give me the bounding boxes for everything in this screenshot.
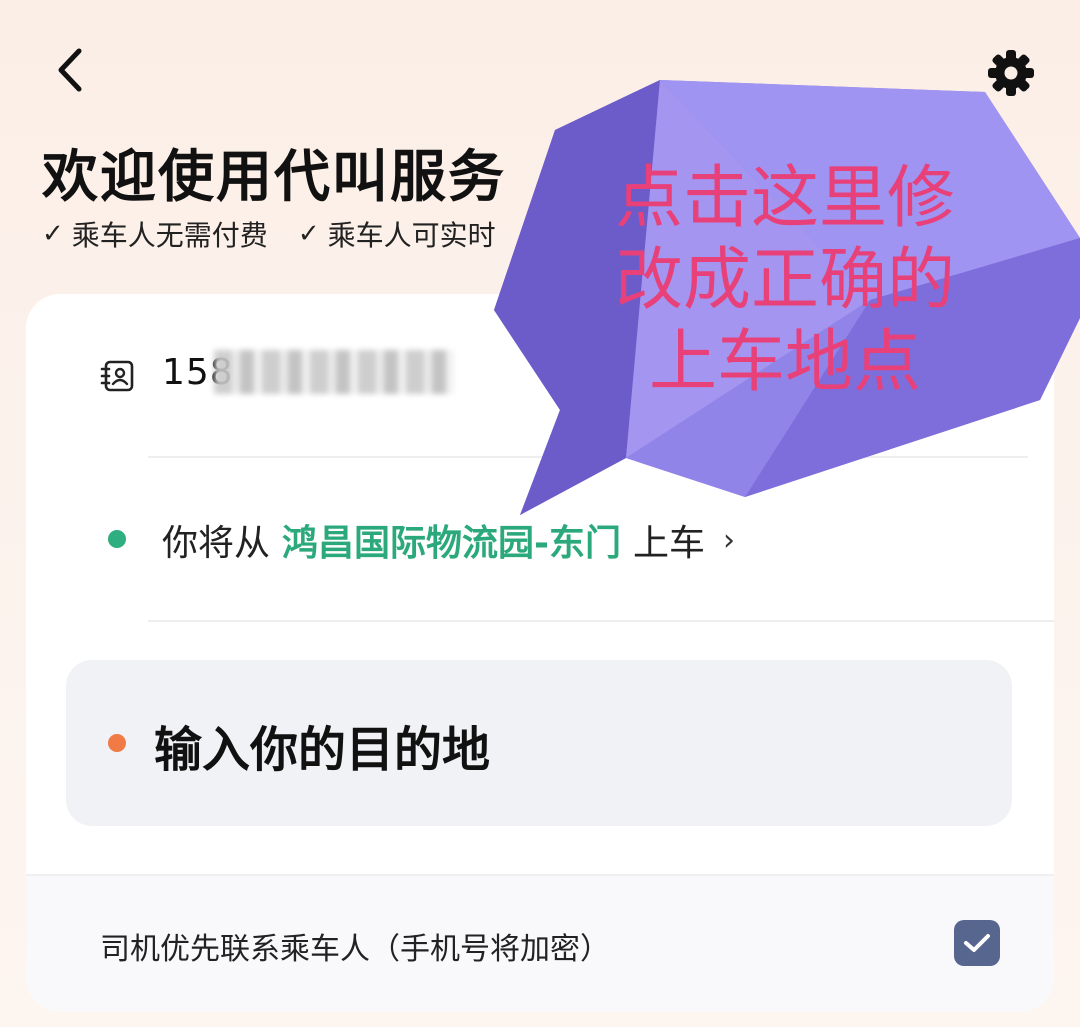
pickup-location-name: 鸿昌国际物流园-东门: [282, 523, 621, 564]
chevron-left-icon: [58, 48, 82, 92]
check-mark-icon: ✓: [42, 219, 64, 249]
destination-dot: [108, 734, 126, 752]
pickup-suffix: 上车: [632, 523, 705, 564]
benefit-item: ✓ 乘车人可实时: [298, 214, 496, 254]
driver-contact-option-row[interactable]: 司机优先联系乘车人（手机号将加密）: [26, 874, 1054, 1012]
benefit-label: 乘车人无需付费: [71, 219, 268, 252]
contact-card-icon: [100, 360, 134, 392]
back-button[interactable]: [42, 42, 98, 98]
pickup-prefix: 你将从: [162, 523, 271, 564]
pickup-text: 你将从 鸿昌国际物流园-东门 上车 ›: [162, 514, 735, 566]
phone-number-mosaic: [214, 350, 454, 394]
driver-contact-checkbox[interactable]: [954, 920, 1000, 966]
annotation-text: 点击这里修 改成正确的 上车地点: [600, 158, 970, 404]
benefit-label: 乘车人可实时: [327, 219, 496, 252]
settings-button[interactable]: [982, 44, 1040, 102]
destination-placeholder: 输入你的目的地: [154, 722, 491, 778]
pickup-dot: [108, 530, 126, 548]
check-mark-icon: ✓: [297, 219, 320, 249]
annotation-line: 改成正确的: [614, 241, 955, 320]
annotation-line: 上车地点: [648, 323, 921, 402]
divider: [148, 620, 1054, 622]
gear-icon: [988, 50, 1034, 96]
pickup-location-row[interactable]: 你将从 鸿昌国际物流园-东门 上车 ›: [26, 458, 1054, 620]
chevron-right-icon: ›: [722, 522, 735, 558]
destination-input[interactable]: 输入你的目的地: [66, 660, 1012, 826]
benefit-item: ✓ 乘车人无需付费: [42, 214, 268, 254]
annotation-line: 点击这里修: [614, 159, 955, 238]
check-icon: [964, 934, 990, 952]
benefits-list: ✓ 乘车人无需付费 ✓ 乘车人可实时: [42, 214, 496, 254]
driver-contact-option-label: 司机优先联系乘车人（手机号将加密）: [100, 932, 610, 967]
page-title: 欢迎使用代叫服务: [42, 145, 506, 210]
